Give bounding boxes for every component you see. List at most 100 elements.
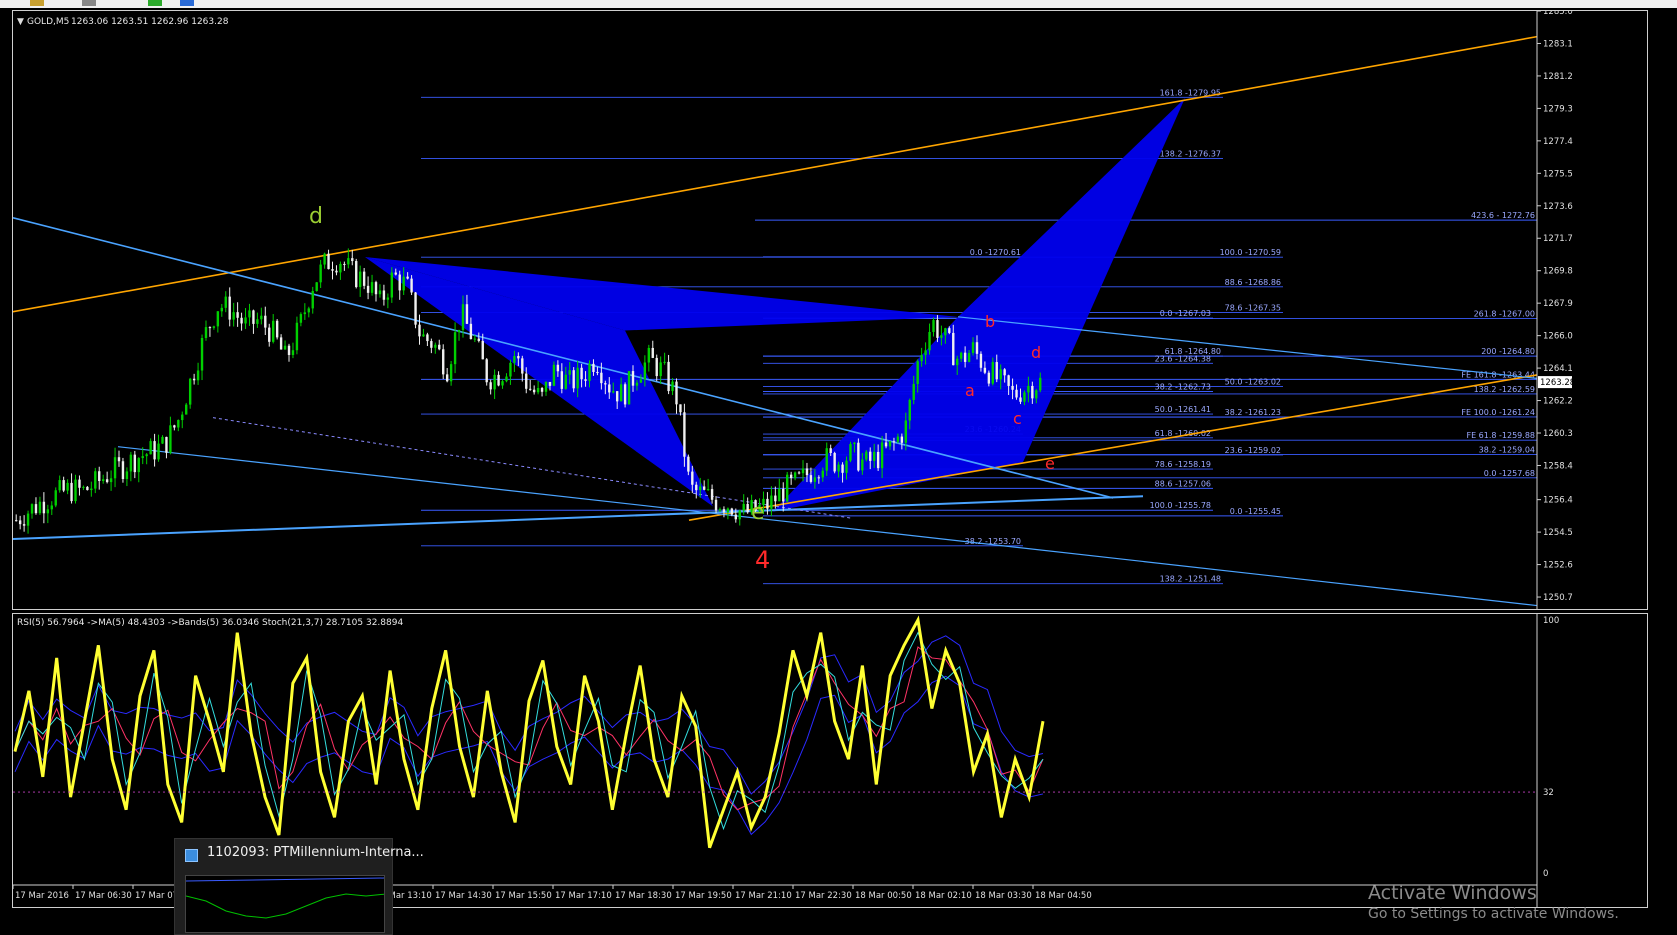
candle-body [58, 480, 61, 491]
oscillator-header: RSI(5) 56.7964 ->MA(5) 48.4303 ->Bands(5… [17, 618, 403, 628]
thumbnail-mini-chart [186, 877, 384, 919]
price-chart-panel[interactable]: 161.8 -1279.95 138.2 -1276.37 423.6 - 1272… [12, 7, 1649, 611]
candle-body [192, 378, 196, 381]
candle-body [1023, 392, 1026, 402]
candle-body [548, 381, 552, 386]
candle-body [865, 451, 868, 460]
chart-ohlc: 1263.06 1263.51 1262.96 1263.28 [71, 17, 229, 27]
candle-body [426, 334, 429, 342]
fib-level-label: 261.8 -1267.00 [1474, 310, 1535, 319]
candle-body [627, 371, 631, 405]
candle-body [1011, 385, 1014, 390]
candle-body [414, 292, 417, 325]
time-tick-label: 17 Mar 19:50 [675, 891, 732, 901]
candle-body [691, 471, 694, 485]
candle-body [908, 399, 911, 421]
price-tick-label: 1256.4 [1543, 496, 1573, 506]
candle-body [275, 320, 279, 338]
candle-body [900, 436, 904, 443]
chart-header-arrow[interactable]: ▼ [17, 17, 24, 27]
candle-body [695, 484, 698, 491]
fib-level-label: 50.0 -1263.02 [1225, 378, 1281, 387]
candle-body [1035, 390, 1038, 399]
activation-subtitle: Go to Settings to activate Windows. [1368, 906, 1619, 922]
price-chart[interactable]: 161.8 -1279.95138.2 -1276.37423.6 - 1272… [12, 7, 1649, 611]
candle-body [26, 513, 30, 526]
candle-body [279, 337, 283, 350]
candle-body [66, 482, 69, 491]
fib-level-label: 138.2 -1251.48 [1160, 575, 1221, 584]
candle-body [339, 263, 342, 273]
trend-line-base [12, 495, 1144, 540]
toolbar-icon[interactable] [82, 0, 96, 6]
candle-body [335, 270, 338, 273]
price-tick-label: 1269.8 [1543, 267, 1573, 277]
fib-level-label: 78.6 -1267.35 [1225, 304, 1281, 313]
time-tick-label: 18 Mar 03:30 [975, 891, 1032, 901]
candle-body [663, 361, 666, 363]
candle-body [655, 357, 658, 377]
candle-body [481, 340, 484, 360]
candle-body [734, 514, 737, 520]
candle-body [596, 371, 599, 373]
candle-body [872, 451, 876, 461]
candle-body [600, 372, 603, 384]
candle-body [50, 505, 53, 510]
candle-body [932, 320, 935, 332]
candle-body [15, 520, 18, 522]
candle-body [418, 324, 421, 337]
candle-body [959, 352, 963, 359]
candle-body [165, 436, 168, 453]
candle-body [430, 341, 433, 348]
candle-body [260, 315, 263, 320]
candle-body [362, 271, 366, 286]
candle-body [517, 356, 520, 359]
fib-level-label: FE 100.0 -1261.24 [1461, 408, 1535, 417]
candle-body [125, 471, 129, 480]
time-tick-label: 17 Mar 15:50 [495, 891, 552, 901]
candle-body [857, 442, 860, 471]
candle-body [651, 347, 654, 358]
candle-body [722, 509, 726, 513]
candle-body [821, 470, 824, 478]
candle-body [675, 381, 678, 405]
taskbar-thumbnail[interactable]: 1102093: PTMillennium-Interna... [174, 838, 424, 935]
candle-body [643, 362, 647, 380]
candle-body [971, 342, 975, 354]
candle-body [70, 482, 73, 502]
time-tick-label: 18 Mar 00:50 [855, 891, 912, 901]
app-icon [185, 849, 198, 862]
fib-level-label: 0.0 -1267.03 [1160, 309, 1211, 318]
toolbar [0, 0, 1677, 8]
candle-body [252, 310, 255, 324]
candle-body [730, 508, 734, 515]
candle-body [410, 278, 413, 293]
candle-body [861, 459, 864, 471]
fib-level-label: 138.2 -1276.37 [1160, 149, 1221, 158]
candle-body [967, 353, 971, 362]
candle-body [726, 508, 730, 513]
candle-body [394, 272, 397, 275]
fib-level-label: 78.6 -1258.19 [1155, 460, 1211, 469]
price-tick-label: 1264.1 [1543, 364, 1573, 374]
candle-body [880, 442, 884, 469]
candle-body [212, 326, 216, 328]
globe-icon[interactable] [180, 0, 194, 6]
candle-body [742, 503, 745, 511]
candle-body [1031, 385, 1034, 399]
candle-body [224, 296, 227, 308]
toolbar-icon[interactable] [30, 0, 44, 6]
candle-body [995, 362, 998, 380]
fib-level-label: 88.6 -1257.06 [1155, 479, 1211, 488]
current-price-label: 1263.28 [1540, 378, 1575, 388]
candle-body [78, 479, 81, 488]
wave-label-b: b [985, 312, 995, 331]
candle-body [228, 296, 231, 320]
candle-body [94, 471, 97, 489]
candle-body [30, 504, 34, 514]
candle-body [327, 253, 330, 270]
candle-body [489, 382, 492, 390]
candle-body [402, 276, 405, 291]
add-icon[interactable] [148, 0, 162, 6]
price-tick-label: 1285.0 [1543, 11, 1573, 17]
